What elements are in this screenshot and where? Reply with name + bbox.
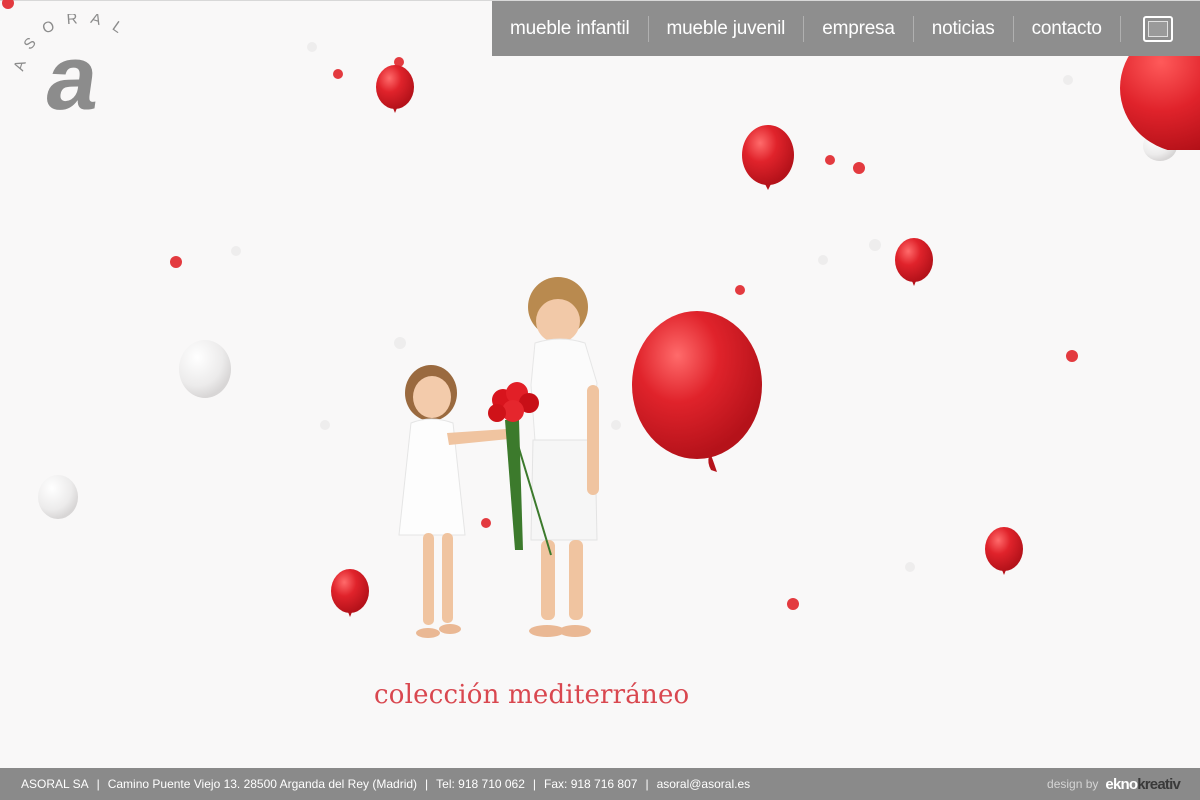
- balloon-dot: [394, 57, 404, 67]
- footer-fax: Fax: 918 716 807: [544, 777, 638, 791]
- red-balloon: [742, 125, 794, 190]
- footer: ASORAL SA | Camino Puente Viejo 13. 2850…: [0, 768, 1200, 800]
- red-balloon: [985, 527, 1023, 575]
- balloon-dot: [170, 256, 182, 268]
- balloon-dot: [905, 562, 915, 572]
- balloon-dot: [320, 420, 330, 430]
- balloon-dot: [333, 69, 343, 79]
- footer-contact-info: ASORAL SA | Camino Puente Viejo 13. 2850…: [0, 777, 750, 791]
- fullscreen-icon[interactable]: [1142, 15, 1173, 42]
- children-photo: [398, 277, 599, 638]
- balloon-dot: [231, 246, 241, 256]
- nav-item-contacto[interactable]: contacto: [1014, 1, 1120, 56]
- red-balloon: [376, 65, 414, 113]
- credit-brand-part-b: kreativ: [1137, 775, 1181, 793]
- nav-item-mueble-juvenil[interactable]: mueble juvenil: [649, 1, 804, 56]
- large-red-balloon: [632, 311, 762, 472]
- white-balloon: [179, 340, 231, 398]
- balloon-dot: [853, 162, 865, 174]
- balloon-dot: [787, 598, 799, 610]
- nav-item-mueble-infantil[interactable]: mueble infantil: [492, 1, 648, 56]
- balloon-dot: [818, 255, 828, 265]
- footer-company: ASORAL SA: [21, 777, 89, 791]
- white-balloon: [38, 475, 78, 519]
- credit-prefix: design by: [1047, 777, 1099, 791]
- footer-separator: |: [645, 777, 649, 791]
- balloon-dot: [307, 42, 317, 52]
- balloon-dot: [869, 239, 881, 251]
- footer-address: Camino Puente Viejo 13. 28500 Arganda de…: [107, 777, 418, 791]
- main-navigation: mueble infantil mueble juvenil empresa n…: [492, 1, 1200, 56]
- balloon-dot: [1063, 75, 1073, 85]
- footer-separator: |: [96, 777, 100, 791]
- footer-phone: Tel: 918 710 062: [436, 777, 525, 791]
- collection-caption[interactable]: colección mediterráneo: [374, 680, 689, 710]
- nav-separator: [1119, 15, 1121, 42]
- credit-brand-logo: eknokreativ: [1105, 776, 1180, 793]
- footer-separator: |: [532, 777, 537, 791]
- design-credit[interactable]: design by eknokreativ: [1047, 768, 1181, 800]
- boy-figure: [528, 277, 599, 637]
- balloon-dot: [735, 285, 745, 295]
- footer-separator: |: [425, 777, 429, 791]
- balloon-dot: [1066, 350, 1078, 362]
- asoral-logo[interactable]: ASORAL a: [14, 14, 149, 129]
- balloon-dot: [825, 155, 835, 165]
- nav-item-noticias[interactable]: noticias: [914, 1, 1013, 56]
- balloon-dot: [2, 0, 14, 9]
- red-balloon: [895, 238, 933, 286]
- credit-brand-part-a: ekno: [1105, 775, 1138, 793]
- footer-email-link[interactable]: asoral@asoral.es: [657, 777, 751, 791]
- nav-item-empresa[interactable]: empresa: [804, 1, 913, 56]
- red-balloon: [331, 569, 369, 617]
